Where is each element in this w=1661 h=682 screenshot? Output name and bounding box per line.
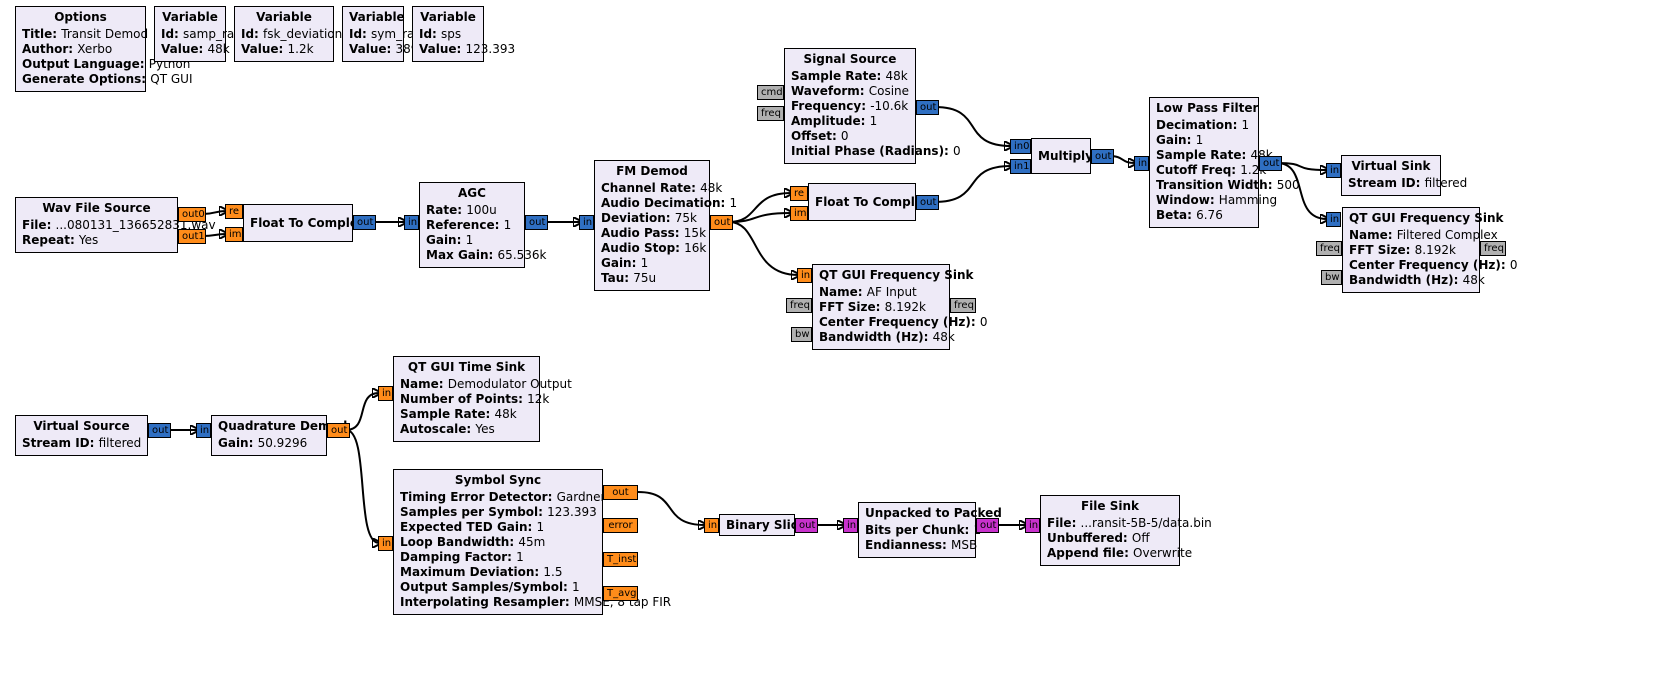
port-vsink-in[interactable]: in (1326, 163, 1341, 178)
port-freq-af-in[interactable]: in (797, 268, 812, 283)
port-freq-filt-in[interactable]: in (1326, 212, 1341, 227)
block-fm-demod[interactable]: FM Demod Channel Rate: 48k Audio Decimat… (594, 160, 710, 291)
block-var-sps[interactable]: Variable Id: sps Value: 123.393 (412, 6, 484, 62)
port-bin-out[interactable]: out (795, 518, 818, 533)
block-wav-file-source[interactable]: Wav File Source File: ...080131_13665283… (15, 197, 178, 253)
block-title: Options (16, 7, 145, 26)
port-lpf-in[interactable]: in (1134, 156, 1149, 171)
port-f2c2-out[interactable]: out (916, 195, 939, 210)
port-u2p-in[interactable]: in (843, 518, 858, 533)
block-virtual-sink[interactable]: Virtual Sink Stream ID: filtered (1341, 155, 1441, 196)
port-f2c1-re[interactable]: re (225, 204, 243, 219)
block-float-to-complex-2[interactable]: Float To Complex (808, 183, 916, 221)
port-file-in[interactable]: in (1025, 518, 1040, 533)
block-agc[interactable]: AGC Rate: 100u Reference: 1 Gain: 1 Max … (419, 182, 525, 268)
port-u2p-out[interactable]: out (976, 518, 999, 533)
port-sym-out[interactable]: out (603, 485, 638, 500)
port-sig-out[interactable]: out (916, 100, 939, 115)
block-file-sink[interactable]: File Sink File: ...ransit-5B-5/data.bin … (1040, 495, 1180, 566)
port-f2c1-im[interactable]: im (225, 227, 243, 242)
port-sym-tavg[interactable]: T_avg (603, 586, 638, 601)
port-mul-in1[interactable]: in1 (1010, 159, 1031, 174)
block-unpacked-to-packed[interactable]: Unpacked to Packed Bits per Chunk: 1 End… (858, 502, 976, 558)
port-fm-in[interactable]: in (579, 215, 594, 230)
port-bin-in[interactable]: in (704, 518, 719, 533)
port-vsource-out[interactable]: out (148, 423, 171, 438)
port-sig-freq[interactable]: freq (757, 106, 784, 121)
block-props: Title: Transit Demod Author: Xerbo Outpu… (16, 26, 145, 91)
port-f2c1-out[interactable]: out (353, 215, 376, 230)
port-sym-error[interactable]: error (603, 518, 638, 533)
port-sym-tinst[interactable]: T_inst (603, 552, 638, 567)
port-mul-in0[interactable]: in0 (1010, 139, 1031, 154)
block-quadrature-demod[interactable]: Quadrature Demod Gain: 50.9296 (211, 415, 327, 456)
block-low-pass-filter[interactable]: Low Pass Filter Decimation: 1 Gain: 1 Sa… (1149, 97, 1259, 228)
block-options[interactable]: Options Title: Transit Demod Author: Xer… (15, 6, 146, 92)
port-mul-out[interactable]: out (1091, 149, 1114, 164)
port-freq-af-freq[interactable]: freq (786, 298, 812, 313)
port-freq-af-freq-out[interactable]: freq (950, 298, 976, 313)
block-signal-source[interactable]: Signal Source Sample Rate: 48k Waveform:… (784, 48, 916, 164)
block-float-to-complex-1[interactable]: Float To Complex (243, 204, 353, 242)
port-freq-filt-bw[interactable]: bw (1321, 270, 1342, 285)
port-time-in[interactable]: in (378, 386, 393, 401)
port-quad-out[interactable]: out (327, 423, 350, 438)
port-freq-filt-freq-out[interactable]: freq (1480, 241, 1506, 256)
port-fm-out[interactable]: out (710, 215, 733, 230)
block-binary-slicer[interactable]: Binary Slicer (719, 514, 795, 536)
block-qt-time-sink[interactable]: QT GUI Time Sink Name: Demodulator Outpu… (393, 356, 540, 442)
block-symbol-sync[interactable]: Symbol Sync Timing Error Detector: Gardn… (393, 469, 603, 615)
port-wav-out0[interactable]: out0 (178, 207, 206, 222)
port-f2c2-re[interactable]: re (790, 186, 808, 201)
port-lpf-out[interactable]: out (1259, 156, 1282, 171)
port-sym-in[interactable]: in (378, 536, 393, 551)
port-wav-out1[interactable]: out1 (178, 229, 206, 244)
block-var-sym-rate[interactable]: Variable Id: sym_rate Value: 389 (342, 6, 404, 62)
port-agc-in[interactable]: in (404, 215, 419, 230)
block-var-samp-rate[interactable]: Variable Id: samp_rate Value: 48k (154, 6, 226, 62)
port-f2c2-im[interactable]: im (790, 206, 808, 221)
block-qt-freq-sink-af[interactable]: QT GUI Frequency Sink Name: AF Input FFT… (812, 264, 950, 350)
port-agc-out[interactable]: out (525, 215, 548, 230)
port-freq-af-bw[interactable]: bw (791, 327, 812, 342)
port-sig-cmd[interactable]: cmd (757, 85, 784, 100)
port-quad-in[interactable]: in (196, 423, 211, 438)
block-qt-freq-sink-filtered[interactable]: QT GUI Frequency Sink Name: Filtered Com… (1342, 207, 1480, 293)
block-virtual-source[interactable]: Virtual Source Stream ID: filtered (15, 415, 148, 456)
block-multiply[interactable]: Multiply (1031, 138, 1091, 174)
port-freq-filt-freq[interactable]: freq (1316, 241, 1342, 256)
block-var-fsk-dev[interactable]: Variable Id: fsk_deviation_hz Value: 1.2… (234, 6, 334, 62)
